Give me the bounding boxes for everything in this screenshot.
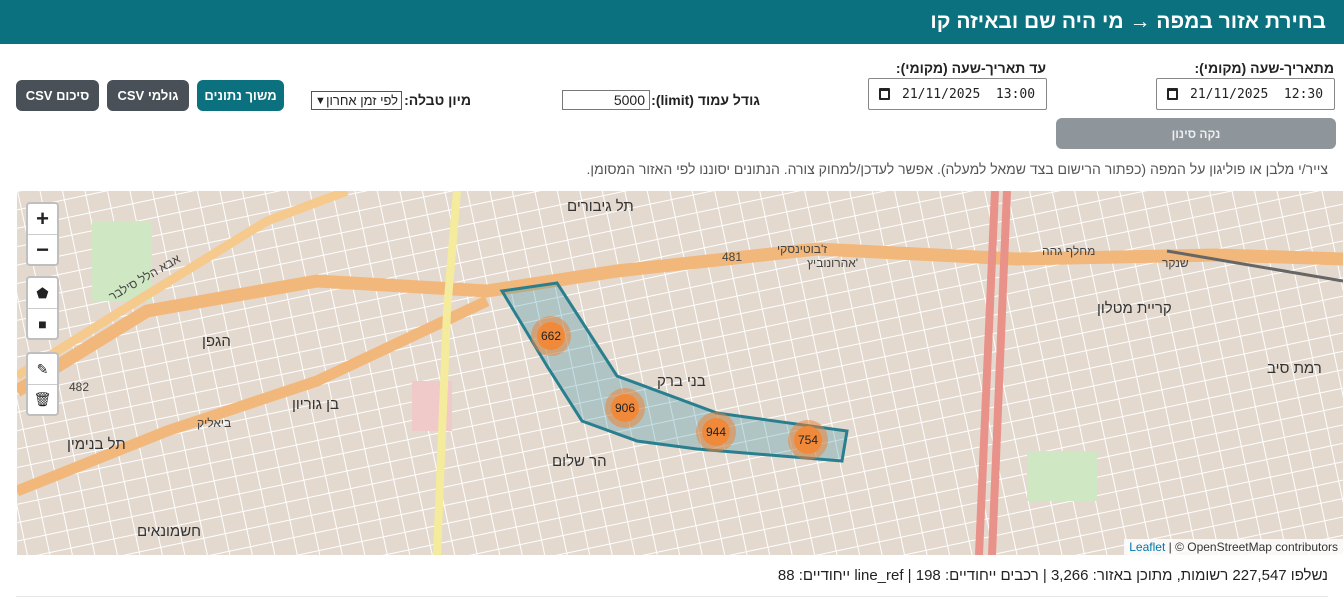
- map-label: בן גוריון: [292, 396, 339, 413]
- map-label: תל בנימין: [67, 436, 126, 453]
- sort-select[interactable]: לפי זמן אחרון ▼: [311, 91, 402, 110]
- map-label: בני ברק: [657, 373, 706, 390]
- calendar-icon[interactable]: [879, 88, 890, 100]
- zoom-in-button[interactable]: +: [28, 204, 57, 234]
- map-label: תל גיבורים: [567, 198, 634, 215]
- svg-text:906: 906: [615, 401, 635, 415]
- draw-toolbar: ⬟ ■: [26, 276, 59, 340]
- edit-toolbar: ✎ 🗑: [26, 352, 59, 416]
- map-label: רמת סיב: [1267, 360, 1322, 377]
- map-label: חשמונאים: [137, 523, 201, 540]
- svg-text:662: 662: [541, 329, 561, 343]
- to-label: עד תאריך-שעה (מקומי):: [895, 60, 1046, 76]
- zoom-out-button[interactable]: −: [28, 234, 57, 264]
- map-label: ביאליק: [197, 416, 231, 430]
- trash-icon[interactable]: 🗑: [28, 384, 57, 414]
- edit-icon[interactable]: ✎: [28, 354, 57, 384]
- svg-text:944: 944: [706, 425, 726, 439]
- map-label: מחלף גהה: [1042, 244, 1095, 258]
- leaflet-link[interactable]: Leaflet: [1129, 540, 1165, 554]
- from-label: מתאריך-שעה (מקומי):: [1194, 60, 1334, 76]
- chevron-down-icon: ▼: [315, 95, 326, 107]
- stats-summary: נשלפו 227,547 רשומות, מתוכן באזור: 3,266…: [777, 567, 1328, 584]
- park: [1027, 451, 1097, 501]
- calendar-icon[interactable]: [1167, 88, 1178, 100]
- map-label: קריית מטלון: [1097, 300, 1172, 317]
- clear-filter-button[interactable]: נקה סינון: [1056, 118, 1336, 149]
- svg-text:754: 754: [798, 433, 818, 447]
- map-label: הגפן: [202, 333, 231, 350]
- limit-label: גודל עמוד (limit):: [651, 92, 760, 108]
- cluster-marker-3[interactable]: 944: [696, 412, 736, 452]
- from-datetime-input[interactable]: 21/11/2025 12:30: [1156, 78, 1335, 110]
- divider: [16, 596, 1328, 597]
- map-tiles: 662 906 944 754 תל גיבורים בני ברק בן גו…: [17, 191, 1343, 555]
- map[interactable]: 662 906 944 754 תל גיבורים בני ברק בן גו…: [17, 191, 1343, 555]
- csv-raw-button[interactable]: CSV גולמי: [107, 80, 189, 111]
- page-title: בחירת אזור במפה → מי היה שם ובאיזה קו: [930, 10, 1326, 33]
- cluster-marker-4[interactable]: 754: [788, 420, 828, 460]
- map-label: 481: [722, 250, 742, 264]
- sort-label: מיון טבלה:: [404, 92, 471, 108]
- map-label: ז'בוטינסקי: [777, 242, 827, 256]
- csv-summary-button[interactable]: CSV סיכום: [16, 80, 99, 111]
- cluster-marker-2[interactable]: 906: [605, 388, 645, 428]
- polygon-icon[interactable]: ⬟: [28, 278, 57, 308]
- map-label: אהרונוביץ': [807, 256, 858, 270]
- rectangle-icon[interactable]: ■: [28, 308, 57, 338]
- map-label: שנקר: [1162, 256, 1189, 270]
- zoom-control: + −: [26, 202, 59, 266]
- fetch-data-button[interactable]: משוך נתונים: [197, 80, 284, 111]
- map-label: 482: [69, 380, 89, 394]
- to-datetime-input[interactable]: 21/11/2025 13:00: [868, 78, 1047, 110]
- limit-input[interactable]: 5000: [562, 90, 650, 110]
- cluster-marker-1[interactable]: 662: [531, 316, 571, 356]
- page-header: בחירת אזור במפה → מי היה שם ובאיזה קו: [0, 0, 1344, 44]
- map-attribution: Leaflet | © OpenStreetMap contributors: [1124, 539, 1343, 555]
- instructions-text: צייר/י מלבן או פוליגון על המפה (כפתור הר…: [586, 161, 1328, 177]
- map-label: הר שלום: [552, 453, 607, 470]
